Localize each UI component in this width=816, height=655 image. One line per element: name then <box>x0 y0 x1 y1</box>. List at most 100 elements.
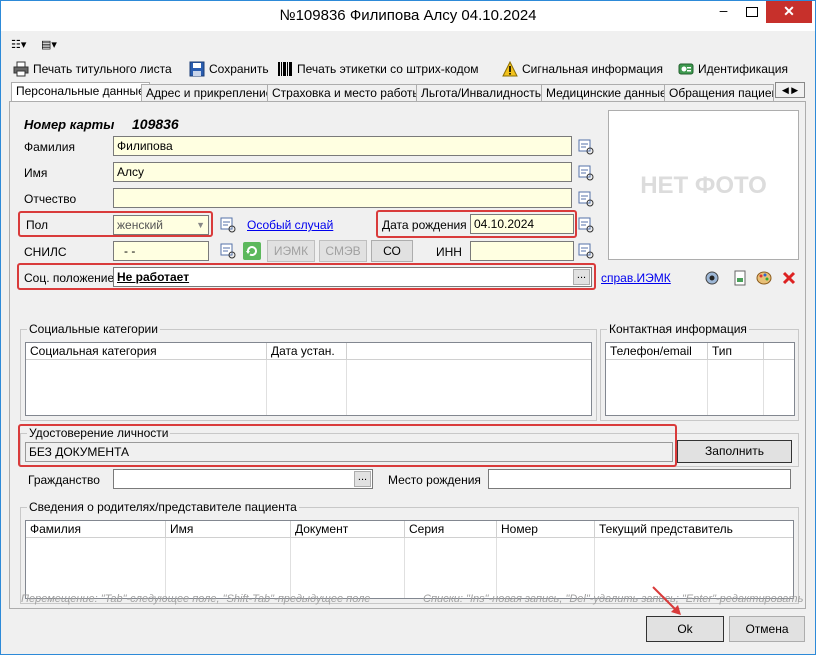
card-number-value: 109836 <box>132 116 179 132</box>
column-header[interactable]: Текущий представитель <box>595 521 793 538</box>
parents-title: Сведения о родителях/представителе пацие… <box>27 500 299 514</box>
column-header[interactable]: Фамилия <box>26 521 166 538</box>
save-button[interactable]: Сохранить <box>187 58 269 80</box>
title-bar: №109836 Филипова Алсу 04.10.2024 – ✕ <box>1 1 815 31</box>
column-header[interactable]: Серия <box>405 521 497 538</box>
save-icon <box>189 61 205 77</box>
grid-column-divider <box>165 538 166 598</box>
grid-column-divider <box>763 360 764 415</box>
identity-document-field[interactable]: БЕЗ ДОКУМЕНТА <box>25 442 673 462</box>
arrow-annotation-icon <box>652 586 681 615</box>
palette-icon[interactable] <box>756 270 772 286</box>
print-title-sheet-label: Печать титульного листа <box>33 62 172 76</box>
print-barcode-label-text: Печать этикетки со штрих-кодом <box>297 62 479 76</box>
snils-label: СНИЛС <box>24 245 67 259</box>
tab-scroll-right-icon[interactable]: ▶ <box>791 85 798 95</box>
tab-address[interactable]: Адрес и прикрепление <box>141 84 278 102</box>
gender-value: женский <box>117 218 163 232</box>
tab-scroll: ◀ ▶ <box>775 82 805 98</box>
contact-info-group: Контактная информация Телефон/email Тип <box>600 322 799 421</box>
patronymic-label: Отчество <box>24 192 77 206</box>
social-status-value: Не работает <box>117 270 190 284</box>
social-status-ellipsis-button[interactable]: ... <box>573 269 590 285</box>
contact-info-grid[interactable]: Телефон/email Тип <box>605 342 795 416</box>
minimize-button[interactable]: – <box>710 1 737 23</box>
smev-button[interactable]: СМЭВ <box>319 240 367 262</box>
birth-place-field[interactable] <box>488 469 791 489</box>
citizenship-ellipsis-button[interactable]: ... <box>354 471 371 487</box>
warning-icon <box>502 60 518 77</box>
inn-field[interactable] <box>470 241 574 261</box>
iemk-reference-link[interactable]: справ.ИЭМК <box>601 271 671 285</box>
last-name-lookup-icon[interactable] <box>578 139 594 155</box>
grid-column-divider <box>707 360 708 415</box>
tab-insurance-work[interactable]: Страховка и место работы <box>267 84 427 102</box>
column-header[interactable]: Номер <box>497 521 595 538</box>
gender-lookup-icon[interactable] <box>220 217 236 233</box>
column-header[interactable]: Документ <box>291 521 405 538</box>
tab-medical-data[interactable]: Медицинские данные <box>541 84 672 102</box>
snils-field[interactable]: - - <box>113 241 209 261</box>
window-title: №109836 Филипова Алсу 04.10.2024 <box>279 7 537 24</box>
save-label: Сохранить <box>209 62 269 76</box>
column-header[interactable]: Дата устан. <box>267 343 347 360</box>
last-name-field[interactable]: Филипова <box>113 136 572 156</box>
citizenship-label: Гражданство <box>28 473 100 487</box>
first-name-lookup-icon[interactable] <box>578 165 594 181</box>
column-header-filler <box>764 343 794 360</box>
print-title-sheet-button[interactable]: Печать титульного листа <box>11 58 172 80</box>
birth-place-label: Место рождения <box>388 473 481 487</box>
social-categories-group: Социальные категории Социальная категори… <box>20 322 597 421</box>
identity-document-title: Удостоверение личности <box>27 426 171 440</box>
social-categories-title: Социальные категории <box>27 322 160 336</box>
delete-icon[interactable] <box>781 270 797 286</box>
birth-date-lookup-icon[interactable] <box>578 217 594 233</box>
grid-column-divider <box>496 538 497 598</box>
patronymic-field[interactable] <box>113 188 572 208</box>
column-header[interactable]: Социальная категория <box>26 343 267 360</box>
last-name-label: Фамилия <box>24 140 75 154</box>
layout-menu-icon[interactable]: ☷▾ <box>11 37 39 53</box>
patient-card-window: №109836 Филипова Алсу 04.10.2024 – ✕ ☷▾ … <box>0 0 816 655</box>
social-status-label: Соц. положение <box>24 271 115 285</box>
list-hint: Списки: "Ins"-новая запись, "Del"-удалит… <box>423 593 804 605</box>
column-header[interactable]: Имя <box>166 521 291 538</box>
contact-info-title: Контактная информация <box>607 322 749 336</box>
dialog-client-area: ☷▾ ▤▾ Печать титульного листа Сохранить <box>1 31 815 654</box>
special-case-link[interactable]: Особый случай <box>247 218 333 232</box>
maximize-button[interactable] <box>738 1 765 23</box>
tab-benefits-disability[interactable]: Льгота/Инвалидность <box>416 84 546 102</box>
first-name-label: Имя <box>24 166 48 180</box>
camera-icon[interactable] <box>704 270 720 286</box>
cancel-button[interactable]: Отмена <box>729 616 805 642</box>
grid-column-divider <box>404 538 405 598</box>
grid-column-divider <box>346 360 347 415</box>
iemk-button[interactable]: ИЭМК <box>267 240 315 262</box>
refresh-icon[interactable] <box>243 242 261 260</box>
grid-column-divider <box>266 360 267 415</box>
navigation-hint: Перемещение: "Tab"-следующее поле, "Shif… <box>21 593 371 605</box>
chevron-down-icon: ▼ <box>196 220 205 230</box>
column-header[interactable]: Телефон/email <box>606 343 708 360</box>
print-barcode-label-button[interactable]: Печать этикетки со штрих-кодом <box>275 58 479 80</box>
document-menu-icon[interactable]: ▤▾ <box>41 37 69 53</box>
tab-patient-visits[interactable]: Обращения пациента <box>664 84 774 102</box>
identification-button[interactable]: Идентификация <box>676 58 788 80</box>
tab-scroll-left-icon[interactable]: ◀ <box>782 85 789 95</box>
column-header[interactable]: Тип <box>708 343 764 360</box>
inn-lookup-icon[interactable] <box>578 243 594 259</box>
tab-personal-data[interactable]: Персональные данные <box>11 82 150 102</box>
close-window-button[interactable]: ✕ <box>766 1 812 23</box>
co-button[interactable]: СО <box>371 240 413 262</box>
fill-button[interactable]: Заполнить <box>677 440 792 463</box>
document-icon[interactable] <box>732 270 748 286</box>
social-status-field[interactable]: Не работает <box>113 267 592 287</box>
signal-info-button[interactable]: Сигнальная информация <box>500 58 663 80</box>
social-categories-grid[interactable]: Социальная категория Дата устан. <box>25 342 592 416</box>
birth-date-field[interactable]: 04.10.2024 <box>470 214 574 234</box>
first-name-field[interactable]: Алсу <box>113 162 572 182</box>
patronymic-lookup-icon[interactable] <box>578 191 594 207</box>
gender-select[interactable]: женский ▼ <box>113 215 209 235</box>
citizenship-field[interactable] <box>113 469 373 489</box>
snils-lookup-icon[interactable] <box>220 243 236 259</box>
